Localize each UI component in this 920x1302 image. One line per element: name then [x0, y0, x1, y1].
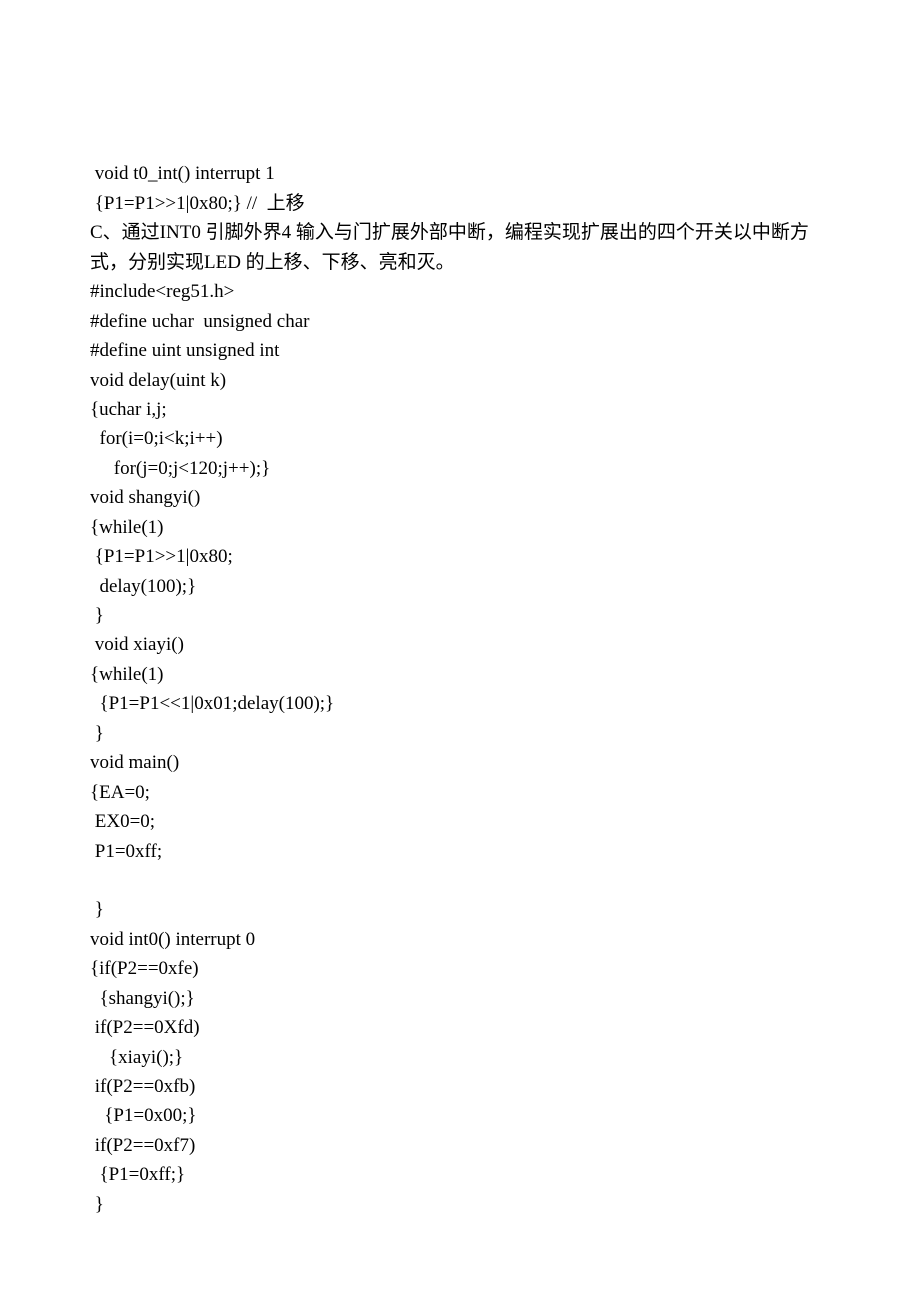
code-content: void t0_int() interrupt 1 {P1=P1>>1|0x80…: [90, 163, 809, 1214]
code-document: void t0_int() interrupt 1 {P1=P1>>1|0x80…: [0, 0, 920, 1279]
